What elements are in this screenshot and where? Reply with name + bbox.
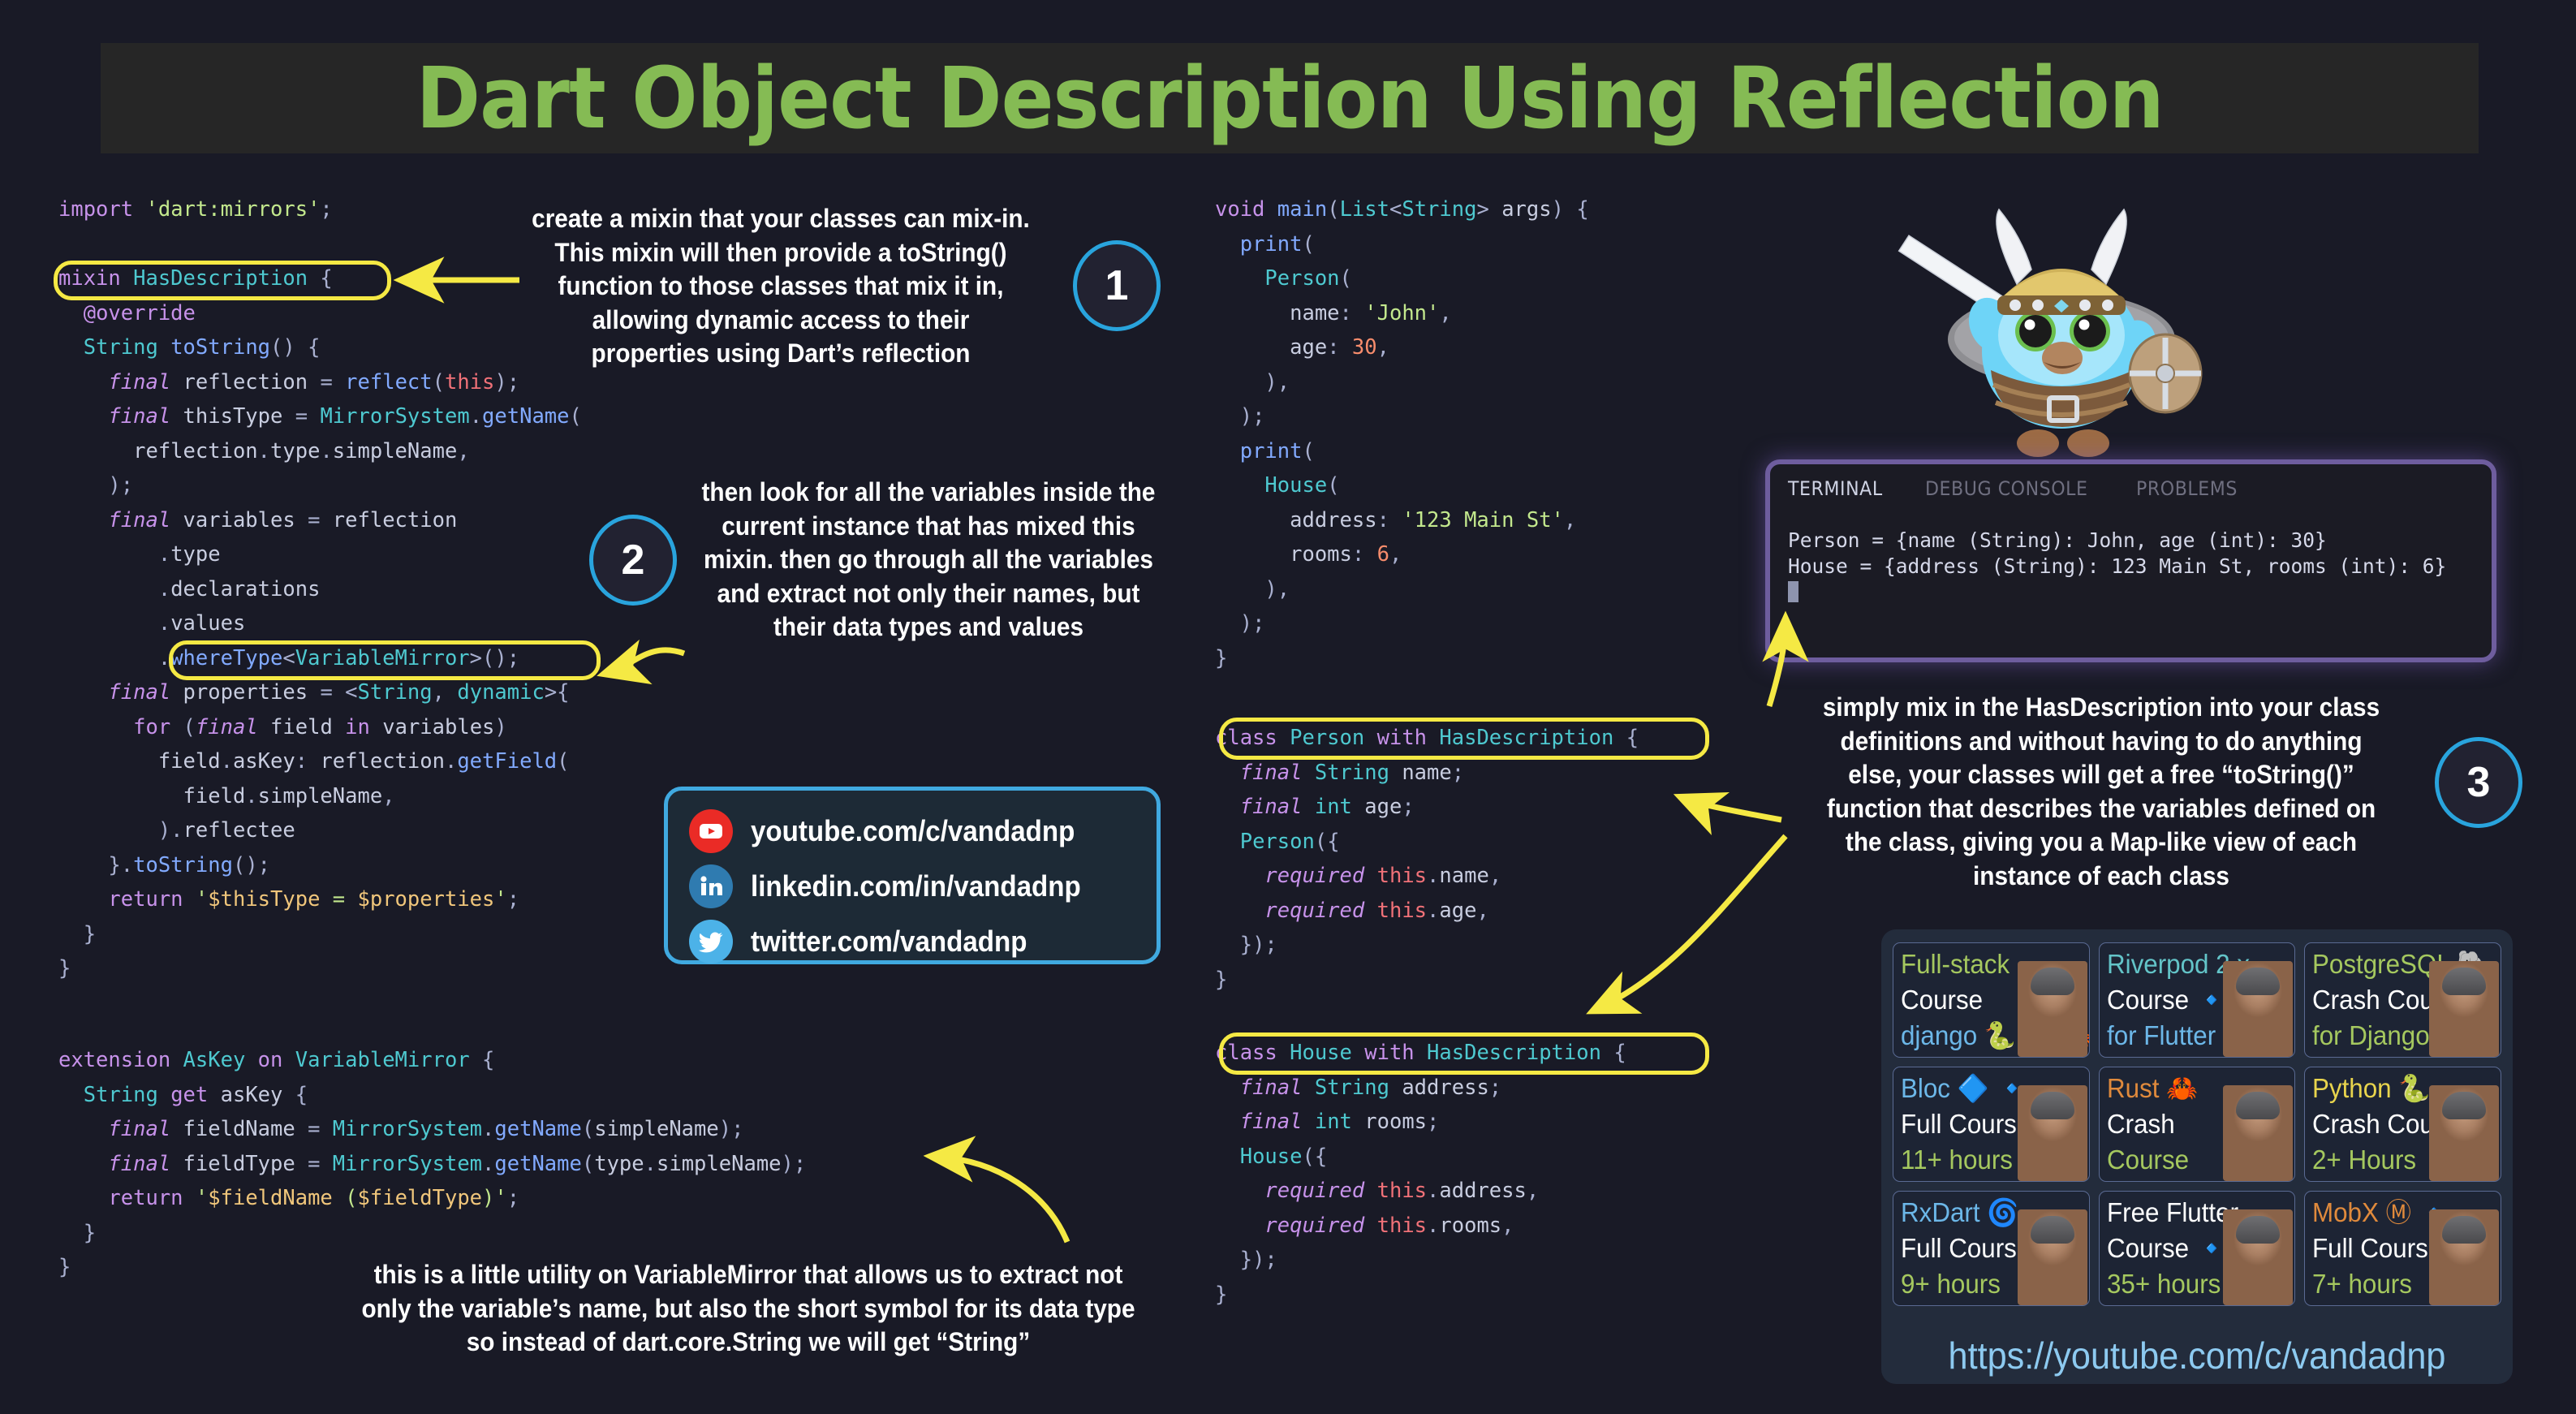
instructor-avatar [2429, 1209, 2499, 1305]
terminal-output-line-2: House = {address (String): 123 Main St, … [1788, 554, 2447, 578]
instructor-avatar [2017, 961, 2087, 1057]
course-card[interactable]: Bloc 🔷 🔹 Full Course 11+ hours [1893, 1067, 2090, 1182]
social-links-card: youtube.com/c/vandadnp linkedin.com/in/v… [664, 787, 1161, 964]
social-link-label: twitter.com/vandadnp [751, 924, 1027, 958]
instructor-avatar [2429, 961, 2499, 1057]
terminal-output-line-1: Person = {name (String): John, age (int)… [1788, 528, 2327, 552]
course-card[interactable]: Riverpod 2.x Course 🔹 for Flutter [2098, 942, 2296, 1058]
course-card[interactable]: Python 🐍 Crash Course 2+ Hours [2304, 1067, 2501, 1182]
course-card[interactable]: Rust 🦀 Crash Course [2098, 1067, 2296, 1182]
title-bar: Dart Object Description Using Reflection [101, 43, 2479, 153]
twitter-icon [689, 919, 733, 964]
course-grid: Full-stack Course django 🐍 🔷 🦀 Riverpod 2.x… [1893, 942, 2501, 1306]
annotation-text-4: this is a little utility on VariableMirr… [361, 1260, 1135, 1357]
social-link-linkedin[interactable]: linkedin.com/in/vandadnp [689, 860, 1157, 912]
step-circle-1: 1 [1073, 240, 1161, 331]
code-block-mixin: import 'dart:mirrors'; mixin HasDescript… [58, 197, 582, 981]
instructor-avatar [2017, 1209, 2087, 1305]
tab-terminal[interactable]: TERMINAL [1788, 477, 1883, 500]
course-card[interactable]: RxDart 🌀 Full Course 9+ hours 🔹 [1893, 1191, 2090, 1306]
social-link-youtube[interactable]: youtube.com/c/vandadnp [689, 805, 1157, 856]
social-link-label: linkedin.com/in/vandadnp [751, 869, 1081, 903]
annotation-text-2: then look for all the variables inside t… [701, 477, 1156, 642]
course-card[interactable]: PostgreSQL 🐘 Crash Course for Django [2304, 942, 2501, 1058]
step-number: 1 [1105, 262, 1129, 309]
tab-problems[interactable]: PROBLEMS [2136, 477, 2238, 500]
step-circle-3: 3 [2435, 737, 2522, 828]
instructor-avatar [2017, 1085, 2087, 1181]
poster-canvas: Dart Object Description Using Reflection… [0, 0, 2576, 1414]
terminal-prompt [1788, 580, 2474, 606]
step-circle-2: 2 [589, 515, 677, 606]
terminal-cursor [1788, 581, 1798, 602]
page-title: Dart Object Description Using Reflection [416, 49, 2164, 148]
arrow-to-extension [923, 1136, 1070, 1244]
course-card[interactable]: Free Flutter Course 🔹 35+ hours [2098, 1191, 2296, 1306]
instructor-avatar [2429, 1085, 2499, 1181]
step-number: 3 [2466, 759, 2491, 806]
code-block-person-class: class Person with HasDescription { final… [1215, 726, 1639, 992]
instructor-avatar [2223, 961, 2294, 1057]
annotation-text-1: create a mixin that your classes can mix… [532, 204, 1030, 369]
instructor-avatar [2223, 1085, 2294, 1181]
arrow-to-wheretype [597, 639, 686, 685]
annotation-text-3: simply mix in the HasDescription into yo… [1822, 692, 2380, 890]
code-block-house-class: class House with HasDescription { final … [1215, 1041, 1626, 1307]
course-card[interactable]: MobX Ⓜ 🔹 Full Course 7+ hours [2304, 1191, 2501, 1306]
linkedin-icon [689, 864, 733, 908]
social-link-twitter[interactable]: twitter.com/vandadnp [689, 916, 1157, 967]
code-block-extension: extension AsKey on VariableMirror { Stri… [58, 1048, 807, 1279]
step-number: 2 [621, 537, 645, 584]
social-link-label: youtube.com/c/vandadnp [751, 813, 1075, 847]
arrow-to-person-class [1673, 791, 1782, 835]
terminal-tabs: TERMINAL DEBUG CONSOLE PROBLEMS [1788, 477, 2474, 500]
instructor-avatar [2223, 1209, 2294, 1305]
youtube-icon [689, 808, 733, 853]
courses-panel: Full-stack Course django 🐍 🔷 🦀 Riverpod 2.x… [1881, 929, 2513, 1384]
dart-dash-viking-mascot [1898, 208, 2203, 457]
code-block-main: void main(List<String> args) { print( Pe… [1215, 197, 1589, 670]
terminal-panel: TERMINAL DEBUG CONSOLE PROBLEMS Person =… [1765, 459, 2496, 662]
tab-debug-console[interactable]: DEBUG CONSOLE [1925, 477, 2088, 500]
course-card[interactable]: Full-stack Course django 🐍 🔷 🦀 [1893, 942, 2090, 1058]
courses-channel-url[interactable]: https://youtube.com/c/vandadnp [1911, 1334, 2483, 1377]
